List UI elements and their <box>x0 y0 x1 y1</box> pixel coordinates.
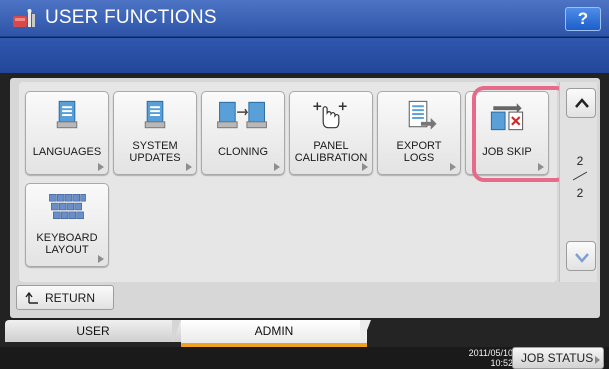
cloning-button[interactable]: CLONING <box>201 91 285 175</box>
chevron-up-icon <box>575 98 589 108</box>
keyboard-icon <box>49 194 86 220</box>
page-up-button[interactable] <box>566 88 596 118</box>
return-button[interactable]: RETURN <box>16 285 114 310</box>
function-label: CLONING <box>217 146 269 158</box>
job-status-label: JOB STATUS <box>521 351 594 365</box>
cloning-icon <box>217 101 267 129</box>
panel-calibration-button[interactable]: PANEL CALIBRATION <box>289 91 373 175</box>
chevron-down-icon <box>575 253 589 263</box>
system-updates-button[interactable]: SYSTEM UPDATES <box>113 91 197 175</box>
arrow-icon <box>186 163 192 171</box>
keyboard-layout-button[interactable]: KEYBOARD LAYOUT <box>25 183 109 267</box>
languages-button[interactable]: LANGUAGES <box>25 91 109 175</box>
header-bar: USER FUNCTIONS ? <box>0 0 609 37</box>
function-label: KEYBOARD LAYOUT <box>36 232 98 256</box>
function-label: SYSTEM UPDATES <box>129 140 181 164</box>
return-arrow-icon <box>25 292 38 304</box>
page-title: USER FUNCTIONS <box>45 7 217 28</box>
tab-separator <box>360 320 371 343</box>
function-label: EXPORT LOGS <box>396 140 442 164</box>
arrow-icon <box>362 163 368 171</box>
languages-icon <box>56 100 78 129</box>
arrow-icon <box>98 163 104 171</box>
function-label: LANGUAGES <box>32 146 102 158</box>
arrow-icon <box>274 163 280 171</box>
function-panel: LANGUAGES SYSTEM UPDATES CLONING PANEL C… <box>10 78 600 318</box>
date-text: 2011/05/10 <box>468 348 513 358</box>
time-text: 10:52 <box>490 358 513 368</box>
message-bar <box>0 38 609 73</box>
tab-admin[interactable]: ADMIN <box>181 320 367 347</box>
export-logs-icon <box>408 100 437 130</box>
status-bar: 2011/05/10 10:52 JOB STATUS <box>0 347 609 369</box>
help-button[interactable]: ? <box>565 7 601 31</box>
arrow-icon <box>450 163 456 171</box>
datetime: 2011/05/10 10:52 <box>453 348 513 368</box>
page-divider <box>572 171 588 181</box>
screen: USER FUNCTIONS ? LANGUAGES SYSTEM UPDATE… <box>0 0 609 369</box>
system-updates-icon <box>144 100 166 129</box>
return-label: RETURN <box>45 291 95 305</box>
page-down-button[interactable] <box>566 241 596 271</box>
panel-calibration-icon <box>313 102 347 129</box>
tab-bar: USER ADMIN <box>0 320 609 347</box>
export-logs-button[interactable]: EXPORT LOGS <box>377 91 461 175</box>
page-current: 2 <box>576 154 584 168</box>
page-indicator: 2 2 <box>565 153 595 201</box>
arrow-icon <box>595 356 600 364</box>
tab-user[interactable]: USER <box>5 320 181 342</box>
arrow-icon <box>98 255 104 263</box>
job-status-button[interactable]: JOB STATUS <box>512 347 604 369</box>
job-skip-highlight <box>472 86 568 182</box>
toolbox-icon <box>13 9 35 27</box>
page-total: 2 <box>576 186 584 200</box>
function-grid: LANGUAGES SYSTEM UPDATES CLONING PANEL C… <box>19 82 568 282</box>
function-label: PANEL CALIBRATION <box>294 140 368 164</box>
